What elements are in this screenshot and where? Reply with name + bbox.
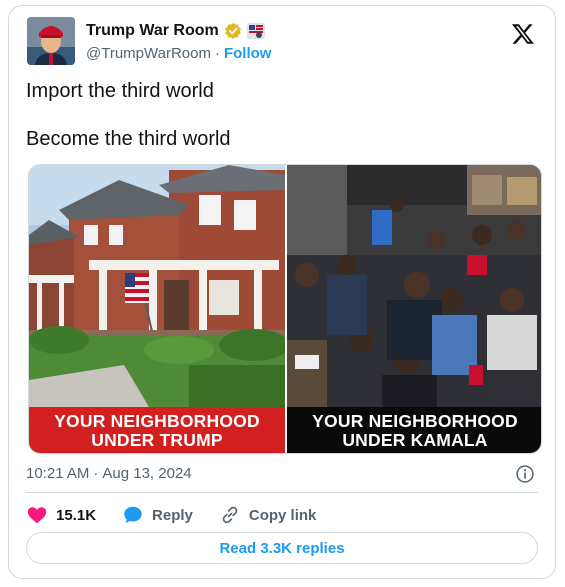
tweet-card: Trump War Room @TrumpWarRoom · Follow Im…: [8, 5, 556, 579]
divider-line: [26, 492, 538, 493]
heart-icon: [27, 507, 47, 524]
left-caption-line-2: UNDER TRUMP: [91, 430, 223, 450]
author-name-row: Trump War Room: [86, 22, 265, 40]
follow-button[interactable]: Follow: [224, 45, 272, 62]
display-name[interactable]: Trump War Room: [86, 22, 219, 40]
copy-link-label: Copy link: [248, 506, 317, 524]
gold-verified-badge-icon[interactable]: [224, 22, 242, 40]
right-caption: YOUR NEIGHBORHOOD UNDER KAMALA: [287, 407, 541, 453]
reply-bubble-icon: [124, 506, 142, 524]
timestamp[interactable]: 10:21 AM · Aug 13, 2024: [26, 465, 192, 482]
media-left-panel: YOUR NEIGHBORHOOD UNDER TRUMP: [29, 165, 285, 453]
avatar-image: [27, 17, 75, 65]
like-count: 15.1K: [56, 506, 97, 524]
crowd-street-image: [287, 165, 541, 407]
reply-label: Reply: [152, 506, 193, 524]
link-icon: [222, 506, 238, 524]
tweet-text-line-1: Import the third world: [26, 80, 214, 102]
copy-link-button[interactable]: Copy link: [219, 504, 317, 526]
right-caption-line-2: UNDER KAMALA: [342, 430, 488, 450]
right-caption-line-1: YOUR NEIGHBORHOOD: [312, 411, 518, 431]
like-button[interactable]: 15.1K: [26, 504, 96, 526]
action-bar: 15.1K Reply Copy link: [26, 504, 342, 526]
timestamp-separator: ·: [93, 465, 99, 482]
timestamp-date: Aug 13, 2024: [102, 465, 192, 482]
left-caption-line-1: YOUR NEIGHBORHOOD: [54, 411, 260, 431]
timestamp-time: 10:21 AM: [26, 465, 90, 482]
reply-button[interactable]: Reply: [122, 504, 193, 526]
x-logo-icon[interactable]: [511, 22, 535, 46]
read-replies-button[interactable]: Read 3.3K replies: [26, 532, 538, 564]
tweet-text-line-2: Become the third world: [26, 128, 231, 150]
suburban-house-image: [29, 165, 285, 407]
tweet-media[interactable]: YOUR NEIGHBORHOOD UNDER TRUMP YOUR NEIGH…: [28, 164, 542, 454]
left-caption: YOUR NEIGHBORHOOD UNDER TRUMP: [29, 407, 285, 453]
info-icon[interactable]: [515, 464, 535, 484]
media-right-panel: YOUR NEIGHBORHOOD UNDER KAMALA: [287, 165, 541, 453]
avatar[interactable]: [27, 17, 75, 65]
flag-emoji-icon: [246, 23, 265, 39]
handle-row: @TrumpWarRoom · Follow: [86, 45, 271, 62]
handle[interactable]: @TrumpWarRoom: [86, 45, 211, 62]
handle-separator: ·: [214, 45, 220, 62]
